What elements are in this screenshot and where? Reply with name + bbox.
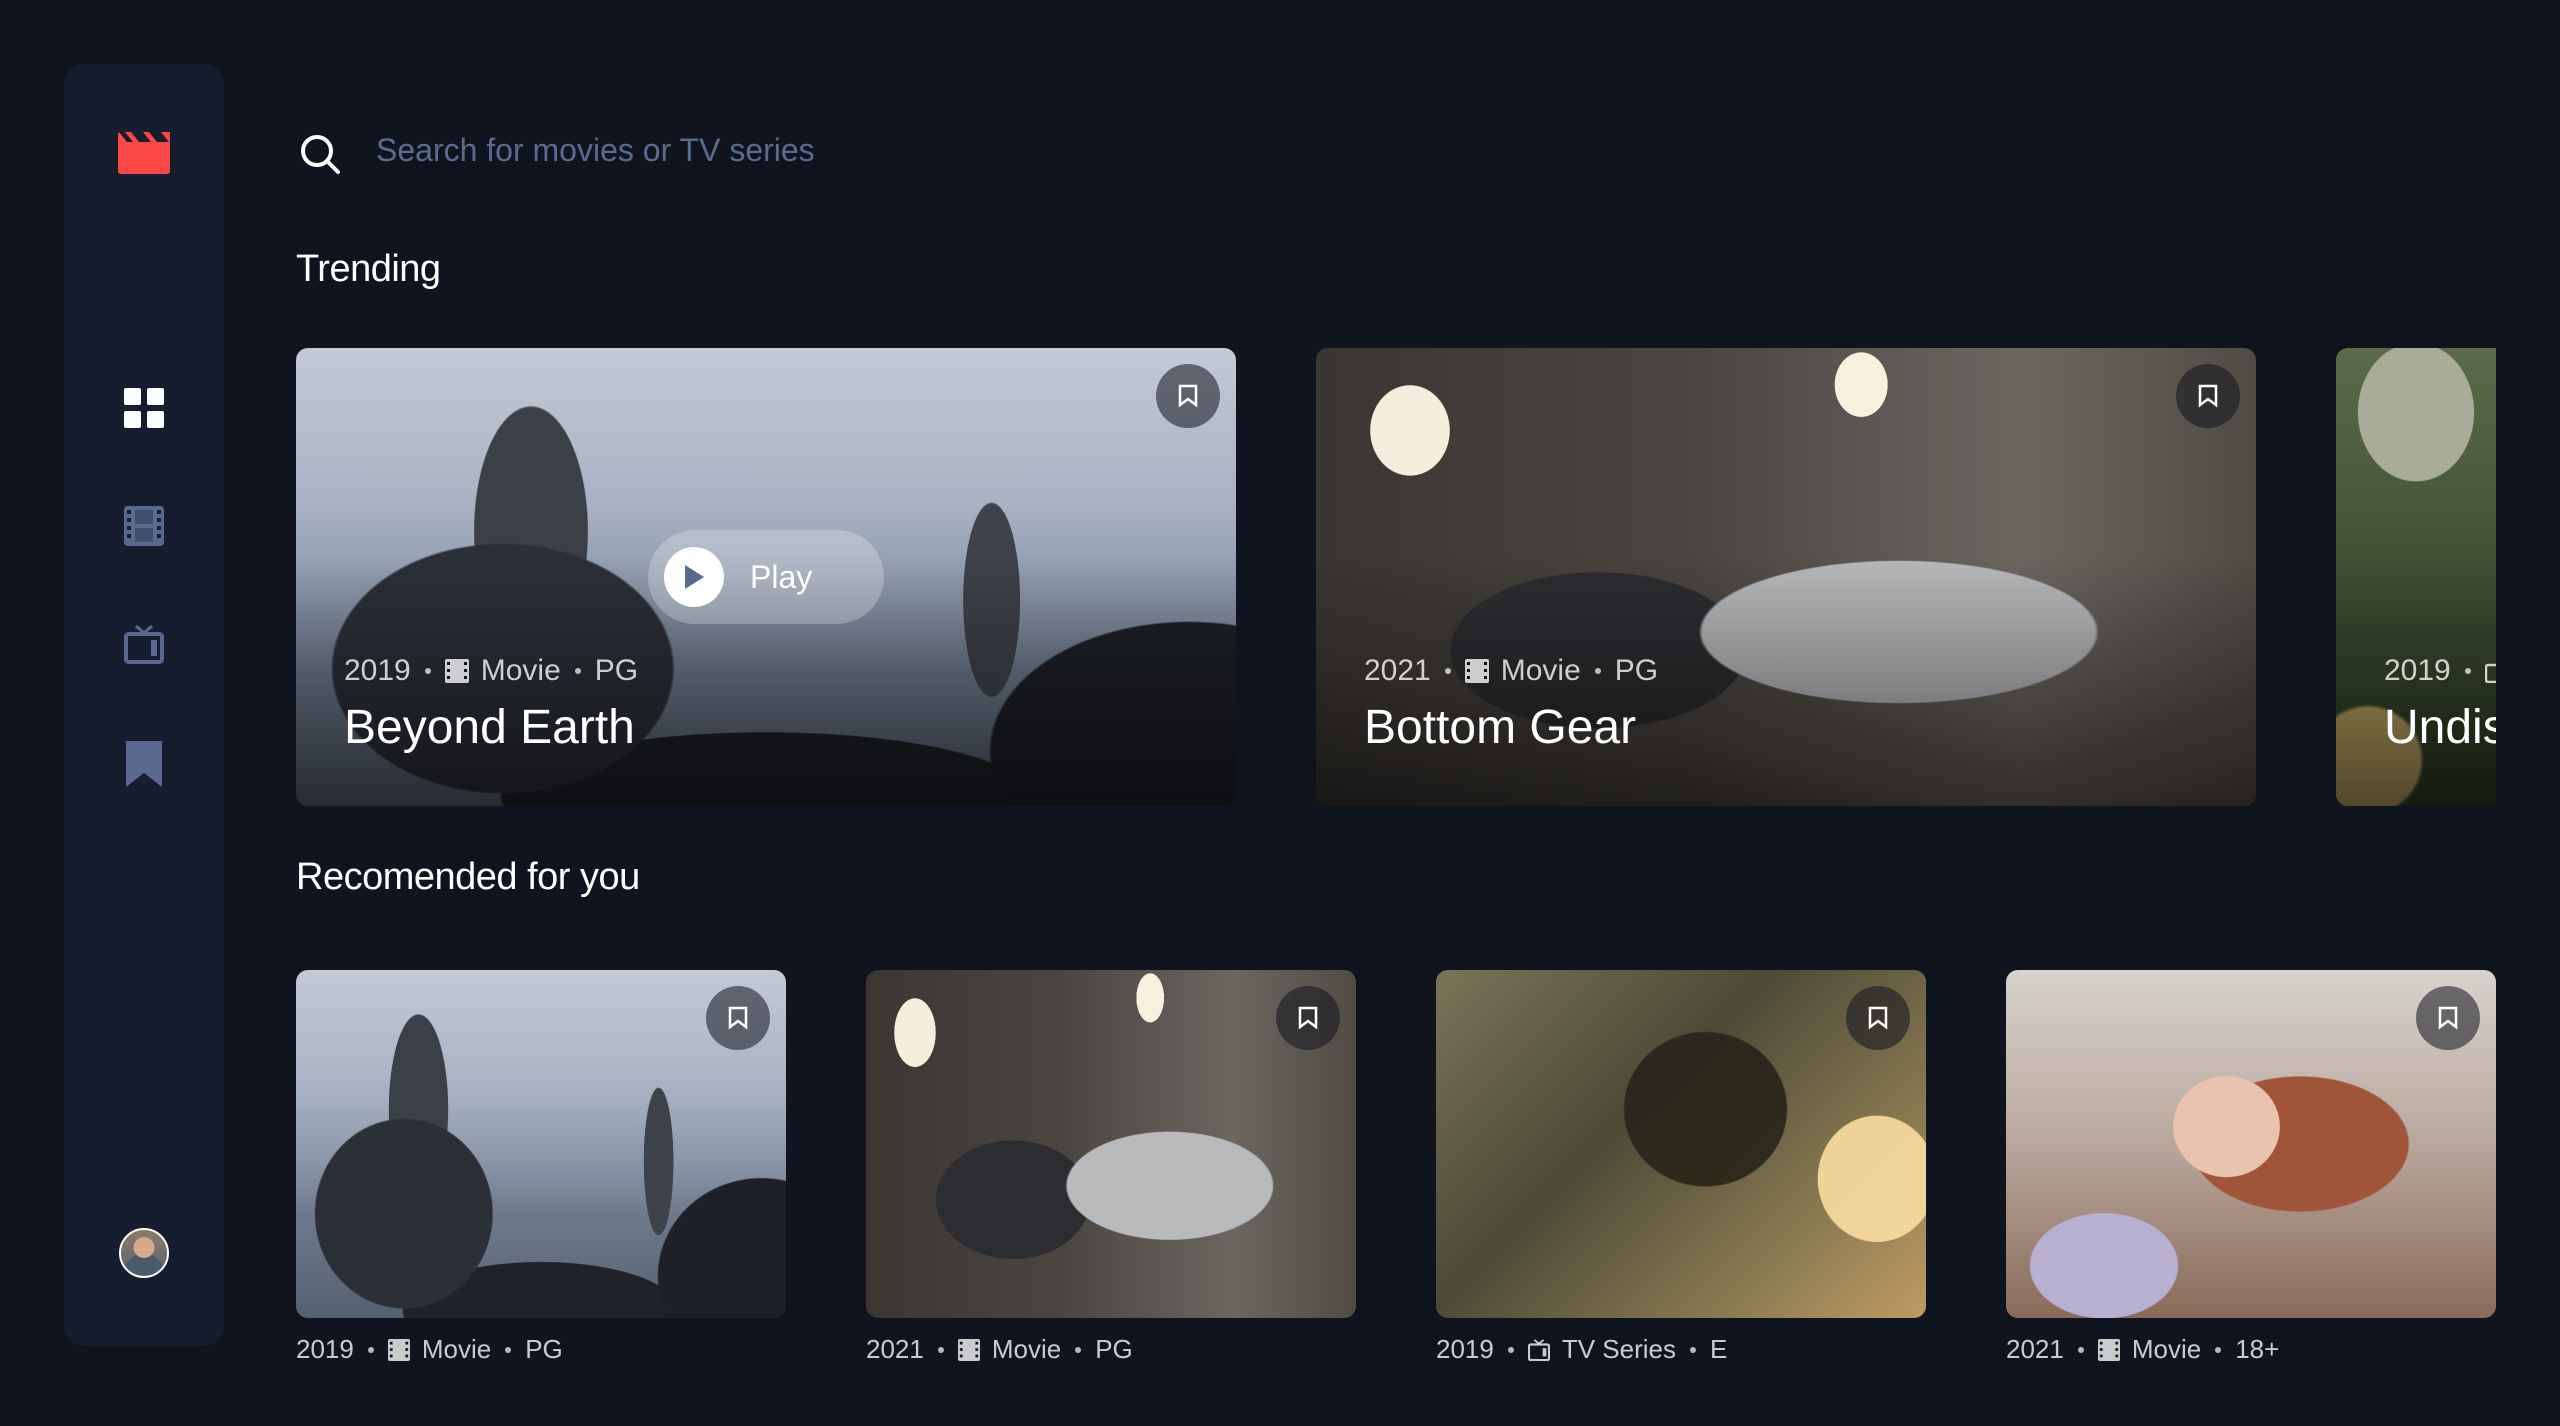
- card-thumbnail[interactable]: [1436, 970, 1926, 1318]
- card-meta: 2019 Movie PG: [296, 1334, 786, 1365]
- separator-dot: [1444, 668, 1451, 674]
- clapperboard-icon[interactable]: [118, 132, 170, 174]
- sidebar: [64, 64, 224, 1346]
- bookmark-empty-icon: [2438, 1006, 2458, 1030]
- bookmark-empty-icon: [1868, 1006, 1888, 1030]
- recommended-card[interactable]: 2019 TV Series E: [1436, 970, 1926, 1365]
- section-title-trending: Trending: [296, 248, 441, 290]
- film-icon: [124, 506, 164, 546]
- bookmark-empty-icon: [1178, 384, 1198, 408]
- separator-dot: [2077, 1346, 2084, 1353]
- card-year: 2021: [1364, 654, 1431, 687]
- card-category: TV Series: [1561, 1334, 1676, 1364]
- card-rating: E: [1710, 1334, 1728, 1364]
- recommended-card[interactable]: 2019 Movie PG: [296, 970, 786, 1365]
- avatar[interactable]: [119, 1228, 169, 1278]
- film-icon: [2097, 1338, 2120, 1361]
- trending-card[interactable]: 2019 Undis: [2336, 348, 2496, 806]
- trending-card[interactable]: 2021 Movie PG Bottom Gear: [1316, 348, 2256, 806]
- film-icon: [387, 1338, 410, 1361]
- nav-tv-series[interactable]: [120, 620, 168, 668]
- card-meta: 2021 Movie PG: [866, 1334, 1356, 1365]
- separator-dot: [505, 1346, 512, 1353]
- card-meta: 2019 TV Series E: [1436, 1334, 1926, 1365]
- separator-dot: [1594, 668, 1601, 674]
- section-title-recommended: Recomended for you: [296, 856, 640, 898]
- separator-dot: [1690, 1346, 1696, 1353]
- play-icon: [664, 547, 724, 607]
- separator-dot: [937, 1346, 944, 1353]
- separator-dot: [1075, 1346, 1082, 1353]
- recommended-card[interactable]: 2021 Movie 18+: [2006, 970, 2496, 1365]
- bookmark-button[interactable]: [706, 986, 770, 1050]
- card-category: Movie: [1500, 654, 1581, 687]
- card-meta: 2021 Movie 18+: [2006, 1334, 2496, 1365]
- nav-bookmarks[interactable]: [120, 740, 168, 788]
- card-year: 2021: [866, 1334, 924, 1364]
- card-year: 2019: [2384, 654, 2451, 687]
- card-year: 2021: [2006, 1334, 2064, 1364]
- card-meta: 2019: [2384, 654, 2496, 688]
- recommended-card[interactable]: 2021 Movie PG: [866, 970, 1356, 1365]
- card-category: Movie: [480, 654, 561, 687]
- bookmark-icon: [126, 741, 162, 787]
- card-rating: 18+: [2235, 1334, 2280, 1364]
- card-thumbnail[interactable]: [866, 970, 1356, 1318]
- separator-dot: [574, 668, 581, 674]
- separator-dot: [367, 1346, 374, 1353]
- trending-card[interactable]: Play 2019 Movie PG Beyond Earth: [296, 348, 1236, 806]
- app-root: Trending Play 2019 Movie PG Beyo: [0, 0, 2560, 1426]
- card-category: Movie: [421, 1334, 492, 1364]
- bookmark-empty-icon: [728, 1006, 748, 1030]
- nav-movies[interactable]: [120, 502, 168, 550]
- card-category: Movie: [991, 1334, 1062, 1364]
- bookmark-button[interactable]: [1276, 986, 1340, 1050]
- card-title: Undis: [2384, 701, 2496, 754]
- card-category: Movie: [2131, 1334, 2202, 1364]
- bookmark-button[interactable]: [1156, 364, 1220, 428]
- card-rating: PG: [594, 654, 639, 687]
- card-rating: PG: [1614, 654, 1659, 687]
- search-icon: [301, 135, 340, 174]
- card-rating: PG: [1095, 1334, 1133, 1364]
- card-year: 2019: [296, 1334, 354, 1364]
- card-rating: PG: [525, 1334, 563, 1364]
- card-year: 2019: [344, 654, 411, 687]
- play-label: Play: [750, 558, 813, 595]
- film-icon: [444, 659, 469, 683]
- tv-icon: [124, 624, 164, 664]
- card-title: Beyond Earth: [344, 701, 635, 754]
- tv-icon: [1527, 1338, 1550, 1361]
- bookmark-empty-icon: [1298, 1006, 1318, 1030]
- bookmark-button[interactable]: [2416, 986, 2480, 1050]
- grid-icon: [124, 388, 164, 428]
- separator-dot: [424, 668, 431, 674]
- tv-icon: [2484, 663, 2496, 683]
- separator-dot: [2215, 1346, 2222, 1353]
- separator-dot: [2464, 668, 2471, 674]
- card-title: Bottom Gear: [1364, 701, 1637, 754]
- film-icon: [957, 1338, 980, 1361]
- bookmark-empty-icon: [2198, 384, 2218, 408]
- bookmark-button[interactable]: [1846, 986, 1910, 1050]
- card-year: 2019: [1436, 1334, 1494, 1364]
- separator-dot: [1507, 1346, 1514, 1353]
- card-meta: 2021 Movie PG: [1364, 654, 1658, 688]
- card-meta: 2019 Movie PG: [344, 654, 638, 688]
- card-thumbnail[interactable]: [2006, 970, 2496, 1318]
- bookmark-button[interactable]: [2176, 364, 2240, 428]
- film-icon: [1464, 659, 1489, 683]
- play-button[interactable]: Play: [648, 530, 884, 624]
- card-thumbnail[interactable]: [296, 970, 786, 1318]
- nav-home[interactable]: [120, 384, 168, 432]
- search-input[interactable]: [376, 126, 1576, 174]
